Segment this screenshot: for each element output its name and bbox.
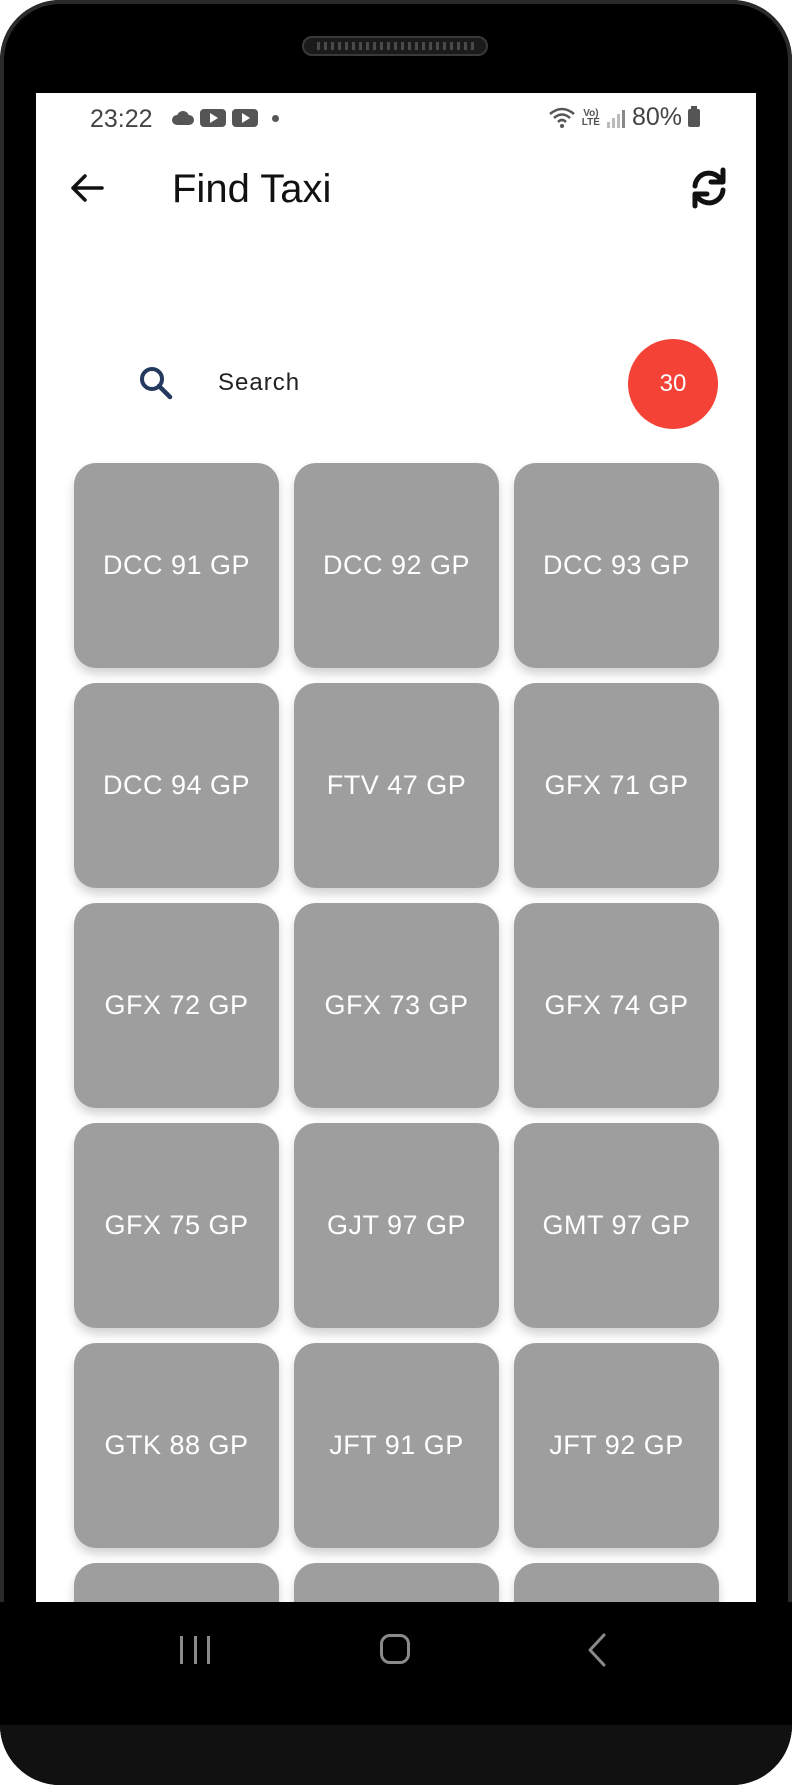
battery-icon <box>688 105 700 127</box>
taxi-grid: DCC 91 GP DCC 92 GP DCC 93 GP DCC 94 GP FTV … <box>74 463 719 1602</box>
volte-lte-icon: Vo) LTE <box>581 107 600 128</box>
wifi-icon <box>548 107 575 128</box>
taxi-tile[interactable]: JFT 92 GP <box>514 1343 719 1548</box>
cloud-icon <box>170 111 194 125</box>
more-notifications-icon <box>272 114 279 122</box>
taxi-tile[interactable]: DCC 91 GP <box>74 463 279 668</box>
phone-frame: 23:22 Vo) LTE 80% Find Taxi Search 30 DC… <box>0 0 792 1785</box>
refresh-button[interactable] <box>684 163 734 213</box>
system-nav-bar <box>0 1602 792 1725</box>
taxi-tile[interactable]: GFX 73 GP <box>294 903 499 1108</box>
status-bar: 23:22 Vo) LTE 80% <box>36 93 756 143</box>
taxi-tile[interactable] <box>74 1563 279 1602</box>
taxi-tile[interactable]: GJT 97 GP <box>294 1123 499 1328</box>
taxi-count-badge: 30 <box>628 339 718 429</box>
taxi-tile[interactable]: DCC 94 GP <box>74 683 279 888</box>
app-bar: Find Taxi <box>36 143 756 233</box>
taxi-tile[interactable]: GFX 75 GP <box>74 1123 279 1328</box>
arrow-left-icon <box>71 174 104 202</box>
signal-icon <box>606 109 625 128</box>
taxi-tile[interactable] <box>514 1563 719 1602</box>
status-time: 23:22 <box>90 105 153 133</box>
taxi-grid-scroll[interactable]: DCC 91 GP DCC 92 GP DCC 93 GP DCC 94 GP FTV … <box>36 453 756 1602</box>
recent-apps-icon <box>207 1636 210 1664</box>
taxi-tile[interactable]: FTV 47 GP <box>294 683 499 888</box>
system-back-button[interactable] <box>586 1632 608 1668</box>
bottom-bezel <box>0 1725 792 1785</box>
taxi-tile[interactable] <box>294 1563 499 1602</box>
taxi-tile[interactable]: DCC 92 GP <box>294 463 499 668</box>
battery-percent: 80% <box>631 103 682 131</box>
recent-apps-icon <box>193 1636 197 1664</box>
earpiece-speaker <box>302 36 488 56</box>
recent-apps-icon <box>180 1636 183 1664</box>
taxi-tile[interactable]: GFX 71 GP <box>514 683 719 888</box>
taxi-tile[interactable]: DCC 93 GP <box>514 463 719 668</box>
taxi-tile[interactable]: GFX 72 GP <box>74 903 279 1108</box>
page-title: Find Taxi <box>172 167 332 211</box>
home-button[interactable] <box>380 1634 410 1664</box>
back-button[interactable] <box>66 167 108 209</box>
search-input[interactable] <box>218 359 518 407</box>
recent-apps-button[interactable] <box>180 1636 210 1664</box>
youtube-icon <box>200 109 226 127</box>
search-icon <box>140 367 173 400</box>
taxi-tile[interactable]: GTK 88 GP <box>74 1343 279 1548</box>
app-screen: 23:22 Vo) LTE 80% Find Taxi Search 30 DC… <box>36 93 756 1602</box>
youtube-icon <box>232 109 258 127</box>
taxi-tile[interactable]: JFT 91 GP <box>294 1343 499 1548</box>
notification-icons <box>170 109 279 127</box>
system-icons: Vo) LTE 80% <box>548 103 700 132</box>
refresh-icon <box>692 167 726 209</box>
taxi-tile[interactable]: GMT 97 GP <box>514 1123 719 1328</box>
taxi-tile[interactable]: GFX 74 GP <box>514 903 719 1108</box>
